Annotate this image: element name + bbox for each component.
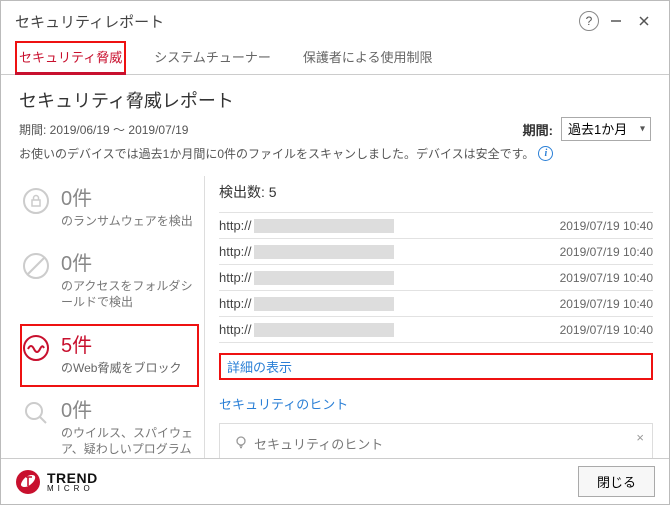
detection-time: 2019/07/19 10:40 xyxy=(560,219,653,233)
summary-desc: のウイルス、スパイウェア、疑わしいプログラムを検出 xyxy=(61,425,196,458)
tab-label: システムチューナー xyxy=(154,50,271,65)
tab-label: 保護者による使用制限 xyxy=(303,50,433,65)
search-icon xyxy=(21,398,51,428)
detection-row[interactable]: http:// 2019/07/19 10:40 xyxy=(219,316,653,343)
tab-bar: セキュリティ脅威 システムチューナー 保護者による使用制限 xyxy=(1,41,669,75)
summary-item-web-threat[interactable]: 5件 のWeb脅威をブロック xyxy=(19,323,200,388)
summary-column: 0件 のランサムウェアを検出 0件 のアクセスをフォルダシールドで検出 xyxy=(19,176,205,458)
summary-desc: のアクセスをフォルダシールドで検出 xyxy=(61,278,196,310)
show-details-link[interactable]: 詳細の表示 xyxy=(219,353,653,380)
lock-icon xyxy=(21,186,51,216)
detection-row[interactable]: http:// 2019/07/19 10:40 xyxy=(219,290,653,316)
summary-count: 0件 xyxy=(61,251,196,278)
hint-title: セキュリティのヒント xyxy=(254,434,383,453)
detection-list: http:// 2019/07/19 10:40 http:// 2019/07… xyxy=(219,212,653,343)
summary-desc: のWeb脅威をブロック xyxy=(61,360,181,376)
redacted-url xyxy=(254,219,394,233)
summary-count: 0件 xyxy=(61,398,196,425)
close-button[interactable] xyxy=(633,10,655,32)
redacted-url xyxy=(254,271,394,285)
detection-url-scheme: http:// xyxy=(219,322,252,337)
brand-text-bottom: MICRO xyxy=(47,485,98,493)
detection-time: 2019/07/19 10:40 xyxy=(560,323,653,337)
detection-url-scheme: http:// xyxy=(219,296,252,311)
blocked-icon xyxy=(21,251,51,281)
brand-logo: TREND MICRO xyxy=(15,469,578,495)
minimize-button[interactable] xyxy=(605,10,627,32)
redacted-url xyxy=(254,245,394,259)
wave-icon xyxy=(21,333,51,363)
trend-micro-icon xyxy=(15,469,41,495)
detection-heading: 検出数: 5 xyxy=(219,182,653,202)
summary-count: 5件 xyxy=(61,333,181,360)
detection-panel: 検出数: 5 http:// 2019/07/19 10:40 http:// … xyxy=(205,176,669,458)
close-icon[interactable]: × xyxy=(636,430,644,445)
titlebar: セキュリティレポート ? xyxy=(1,1,669,41)
help-icon[interactable]: ? xyxy=(579,11,599,31)
period-select[interactable]: 過去1か月 xyxy=(561,117,651,141)
tab-security-threats[interactable]: セキュリティ脅威 xyxy=(15,41,126,74)
report-header: セキュリティ脅威レポート 期間: 2019/06/19 ～ 2019/07/19… xyxy=(1,75,669,166)
window-title: セキュリティレポート xyxy=(15,11,573,32)
summary-item-folder-shield[interactable]: 0件 のアクセスをフォルダシールドで検出 xyxy=(19,241,200,322)
brand-text-top: TREND xyxy=(47,471,98,485)
summary-desc: のランサムウェアを検出 xyxy=(61,213,193,229)
detection-url-scheme: http:// xyxy=(219,270,252,285)
security-hint-box: × セキュリティのヒント 最新のセキュリティ上の問題に対応できるように、本製品、… xyxy=(219,423,653,458)
footer: TREND MICRO 閉じる xyxy=(1,458,669,504)
detection-url-scheme: http:// xyxy=(219,244,252,259)
detection-time: 2019/07/19 10:40 xyxy=(560,297,653,311)
security-hint-link[interactable]: セキュリティのヒント xyxy=(219,394,653,413)
tab-label: セキュリティ脅威 xyxy=(19,50,122,65)
redacted-url xyxy=(254,323,394,337)
detection-time: 2019/07/19 10:40 xyxy=(560,271,653,285)
period-label: 期間: 2019/06/19 ～ 2019/07/19 xyxy=(19,121,523,138)
detection-row[interactable]: http:// 2019/07/19 10:40 xyxy=(219,212,653,238)
close-button-footer[interactable]: 閉じる xyxy=(578,466,655,497)
info-icon[interactable]: i xyxy=(538,146,553,161)
detection-row[interactable]: http:// 2019/07/19 10:40 xyxy=(219,264,653,290)
tab-system-tuner[interactable]: システムチューナー xyxy=(150,41,275,74)
bulb-icon xyxy=(234,435,248,452)
detection-row[interactable]: http:// 2019/07/19 10:40 xyxy=(219,238,653,264)
period-select-label: 期間: xyxy=(523,120,553,139)
tab-parental-controls[interactable]: 保護者による使用制限 xyxy=(299,41,437,74)
redacted-url xyxy=(254,297,394,311)
summary-item-ransomware[interactable]: 0件 のランサムウェアを検出 xyxy=(19,176,200,241)
summary-item-virus[interactable]: 0件 のウイルス、スパイウェア、疑わしいプログラムを検出 xyxy=(19,388,200,458)
report-description: お使いのデバイスでは過去1か月間に0件のファイルをスキャンしました。デバイスは安… xyxy=(19,145,534,162)
detection-url-scheme: http:// xyxy=(219,218,252,233)
summary-count: 0件 xyxy=(61,186,193,213)
report-title: セキュリティ脅威レポート xyxy=(19,87,651,113)
detection-time: 2019/07/19 10:40 xyxy=(560,245,653,259)
